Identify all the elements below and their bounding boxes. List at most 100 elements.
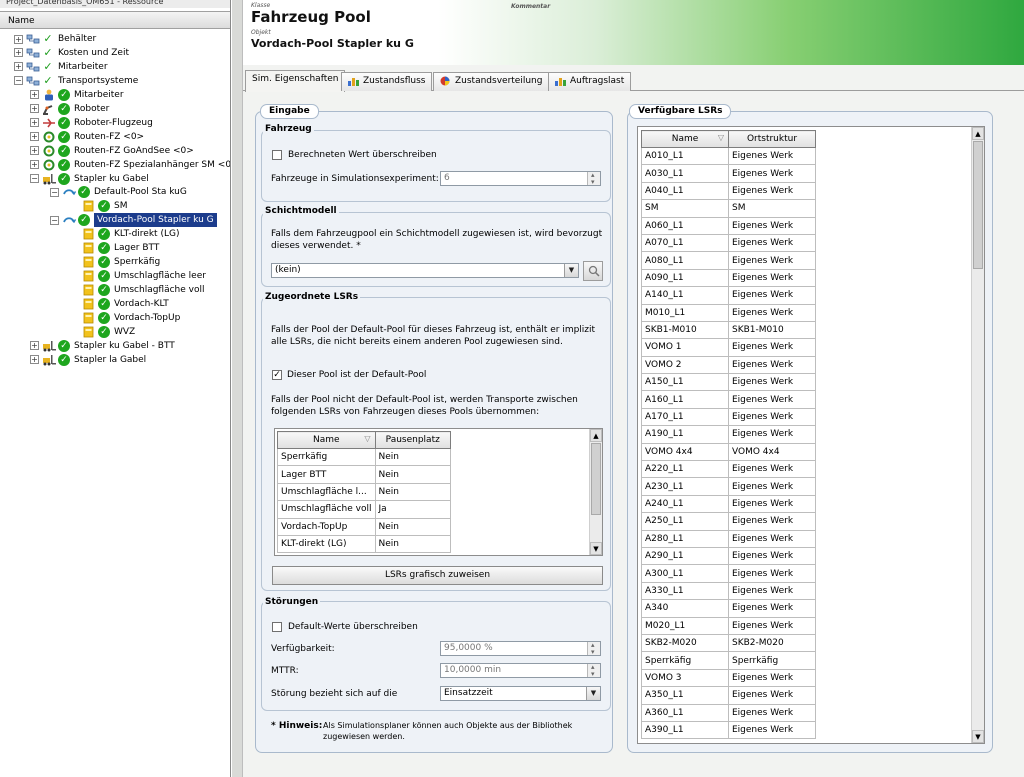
tree-item[interactable]: ✓ KLT-direkt (LG) bbox=[70, 227, 179, 241]
expand-icon[interactable]: + bbox=[30, 160, 39, 170]
expand-icon[interactable]: + bbox=[30, 146, 39, 156]
available-lsrs-scrollbar[interactable]: ▲ ▼ bbox=[971, 127, 984, 743]
table-row[interactable]: A060_L1 Eigenes Werk bbox=[641, 216, 816, 235]
table-row[interactable]: A090_L1 Eigenes Werk bbox=[641, 268, 816, 288]
collapse-icon[interactable]: − bbox=[50, 187, 59, 197]
chevron-down-icon[interactable]: ▼ bbox=[586, 687, 600, 700]
table-row[interactable]: VOMO 3 Eigenes Werk bbox=[641, 668, 816, 688]
table-row[interactable]: A390_L1 Eigenes Werk bbox=[641, 720, 816, 740]
tree-item[interactable]: + ✓ Routen-FZ <0> bbox=[30, 130, 144, 144]
tree-item[interactable]: ✓ Vordach-KLT bbox=[70, 297, 169, 311]
tree-item[interactable]: − ✓ Stapler ku Gabel bbox=[30, 172, 149, 186]
table-row[interactable]: A190_L1 Eigenes Werk bbox=[641, 425, 816, 444]
table-row[interactable]: A220_L1 Eigenes Werk bbox=[641, 460, 816, 479]
expand-icon[interactable]: + bbox=[14, 34, 23, 44]
collapse-icon[interactable]: − bbox=[30, 174, 39, 183]
table-row[interactable]: SM SM bbox=[641, 199, 816, 218]
tree-item[interactable]: + ✓ Roboter-Flugzeug bbox=[30, 116, 153, 130]
schichtmodell-search-button[interactable] bbox=[583, 261, 603, 281]
tree-item[interactable]: − ✓ Vordach-Pool Stapler ku G bbox=[50, 213, 217, 228]
expand-icon[interactable]: + bbox=[30, 355, 39, 365]
column-header-pausenplatz[interactable]: Pausenplatz bbox=[374, 431, 451, 449]
scroll-up-icon[interactable]: ▲ bbox=[972, 127, 984, 140]
availability-spinner[interactable] bbox=[587, 639, 600, 659]
override-vehicles-checkbox[interactable] bbox=[272, 150, 282, 160]
assign-lsrs-graphically-button[interactable]: LSRs grafisch zuweisen bbox=[272, 566, 603, 585]
expand-icon[interactable]: + bbox=[14, 48, 23, 58]
expand-icon[interactable]: + bbox=[14, 62, 23, 72]
tree-item[interactable]: + ✓ Routen-FZ GoAndSee <0> bbox=[30, 144, 194, 158]
table-row[interactable]: A350_L1 Eigenes Werk bbox=[641, 686, 816, 705]
table-row[interactable]: A030_L1 Eigenes Werk bbox=[641, 164, 816, 183]
schichtmodell-select[interactable]: (kein) ▼ bbox=[271, 263, 579, 278]
column-header-name[interactable]: Name ▽ bbox=[277, 431, 376, 449]
tab-zustandsfluss[interactable]: Zustandsfluss bbox=[341, 72, 433, 91]
table-row[interactable]: A250_L1 Eigenes Werk bbox=[641, 512, 816, 531]
scrollbar-thumb[interactable] bbox=[973, 141, 983, 269]
collapse-icon[interactable]: − bbox=[14, 76, 23, 86]
tree-item[interactable]: + ✓ Mitarbeiter bbox=[14, 60, 108, 74]
tree-item[interactable]: − ✓ Default-Pool Sta kuG bbox=[50, 185, 187, 199]
mttr-spinner[interactable] bbox=[587, 661, 600, 681]
scroll-up-icon[interactable]: ▲ bbox=[590, 429, 602, 442]
table-row[interactable]: SKB1-M010 SKB1-M010 bbox=[641, 320, 816, 340]
expand-icon[interactable]: + bbox=[30, 90, 39, 100]
tree-item[interactable]: ✓ Umschlagfläche voll bbox=[70, 283, 205, 297]
tree-item[interactable]: + ✓ Stapler ku Gabel - BTT bbox=[30, 339, 175, 353]
table-row[interactable]: A280_L1 Eigenes Werk bbox=[641, 529, 816, 548]
table-row[interactable]: VOMO 1 Eigenes Werk bbox=[641, 338, 816, 357]
tree-item[interactable]: − ✓ Transportsysteme bbox=[14, 74, 138, 88]
tree-column-header[interactable]: Name bbox=[0, 11, 230, 29]
tree-item[interactable]: ✓ Sperrkäfig bbox=[70, 255, 160, 269]
tree-item[interactable]: + ✓ Kosten und Zeit bbox=[14, 46, 129, 60]
expand-icon[interactable]: + bbox=[30, 104, 39, 114]
table-row[interactable]: Vordach-TopUp Nein bbox=[277, 517, 451, 536]
scroll-down-icon[interactable]: ▼ bbox=[590, 542, 602, 555]
expand-icon[interactable]: + bbox=[30, 341, 39, 351]
table-row[interactable]: KLT-direkt (LG) Nein bbox=[277, 534, 451, 554]
table-row[interactable]: A170_L1 Eigenes Werk bbox=[641, 407, 816, 427]
table-row[interactable]: Umschlagfläche l... Nein bbox=[277, 482, 451, 502]
table-row[interactable]: A240_L1 Eigenes Werk bbox=[641, 494, 816, 514]
table-row[interactable]: A360_L1 Eigenes Werk bbox=[641, 703, 816, 722]
table-row[interactable]: A040_L1 Eigenes Werk bbox=[641, 181, 816, 201]
tree-item[interactable]: ✓ Vordach-TopUp bbox=[70, 311, 180, 325]
vehicle-count-input[interactable]: 6 bbox=[440, 169, 601, 189]
panel-splitter[interactable] bbox=[231, 0, 243, 777]
tree-item[interactable]: + ✓ Stapler la Gabel bbox=[30, 353, 146, 367]
table-row[interactable]: A080_L1 Eigenes Werk bbox=[641, 251, 816, 270]
scroll-down-icon[interactable]: ▼ bbox=[972, 730, 984, 743]
column-header-ortstruktur[interactable]: Ortstruktur bbox=[728, 130, 816, 148]
tab-sim-eigenschaften[interactable]: Sim. Eigenschaften bbox=[245, 70, 346, 92]
table-row[interactable]: A290_L1 Eigenes Werk bbox=[641, 546, 816, 566]
availability-input[interactable]: 95,0000 % bbox=[440, 639, 601, 659]
table-row[interactable]: Sperrkäfig Sperrkäfig bbox=[641, 651, 816, 670]
table-row[interactable]: A230_L1 Eigenes Werk bbox=[641, 477, 816, 496]
chevron-down-icon[interactable]: ▼ bbox=[564, 264, 578, 277]
expand-icon[interactable]: + bbox=[30, 118, 39, 128]
table-row[interactable]: Umschlagfläche voll Ja bbox=[277, 500, 451, 519]
collapse-icon[interactable]: − bbox=[50, 215, 59, 225]
default-pool-checkbox[interactable]: ✓ bbox=[272, 370, 282, 380]
tab-auftragslast[interactable]: Auftragslast bbox=[548, 72, 632, 91]
tree-item[interactable]: + ✓ Mitarbeiter bbox=[30, 88, 124, 102]
table-row[interactable]: Sperrkäfig Nein bbox=[277, 447, 451, 467]
stoerung-ref-select[interactable]: Einsatzzeit ▼ bbox=[440, 686, 601, 701]
vehicle-count-spinner[interactable] bbox=[587, 169, 600, 189]
tree-item[interactable]: + ✓ Behälter bbox=[14, 32, 96, 46]
table-row[interactable]: A010_L1 Eigenes Werk bbox=[641, 146, 816, 166]
table-row[interactable]: A340 Eigenes Werk bbox=[641, 599, 816, 618]
table-row[interactable]: A070_L1 Eigenes Werk bbox=[641, 233, 816, 253]
assigned-table-scrollbar[interactable]: ▲ ▼ bbox=[589, 429, 602, 555]
tree-item[interactable]: + ✓ Roboter bbox=[30, 102, 109, 116]
table-row[interactable]: M010_L1 Eigenes Werk bbox=[641, 303, 816, 322]
tree-item[interactable]: + ✓ Routen-FZ Spezialanhänger SM <0 bbox=[30, 158, 230, 172]
table-row[interactable]: Lager BTT Nein bbox=[277, 465, 451, 484]
table-row[interactable]: SKB2-M020 SKB2-M020 bbox=[641, 633, 816, 653]
mttr-input[interactable]: 10,0000 min bbox=[440, 661, 601, 681]
override-defaults-checkbox[interactable] bbox=[272, 622, 282, 632]
table-row[interactable]: VOMO 2 Eigenes Werk bbox=[641, 355, 816, 375]
tab-zustandsverteilung[interactable]: Zustandsverteilung bbox=[433, 72, 550, 91]
table-row[interactable]: A140_L1 Eigenes Werk bbox=[641, 286, 816, 305]
tree-item[interactable]: ✓ Umschlagfläche leer bbox=[70, 269, 206, 283]
